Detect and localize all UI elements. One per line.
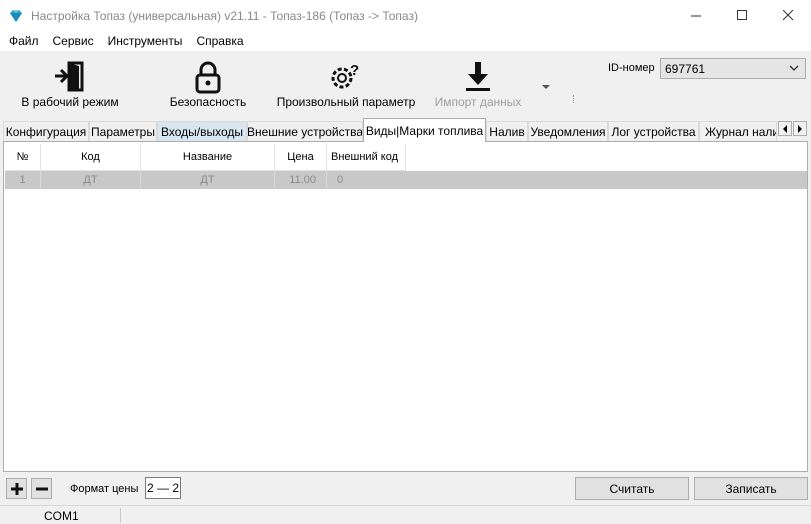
custom-param-button[interactable]: ? Произвольный параметр	[277, 59, 416, 109]
column-header-price[interactable]: Цена	[275, 144, 327, 171]
read-button[interactable]: Считать	[575, 477, 689, 500]
tab-scroll-left[interactable]	[778, 121, 792, 136]
cell-code[interactable]: ДТ	[41, 171, 141, 189]
minimize-button[interactable]	[673, 0, 719, 31]
tab-label: Лог устройства	[611, 124, 696, 139]
tab-scroll-right[interactable]	[793, 121, 807, 136]
caret-down-icon	[542, 85, 550, 89]
minus-icon	[35, 487, 48, 490]
tab-label: Внешние устройства	[247, 124, 363, 139]
toolbar-separator	[573, 95, 575, 103]
id-number-label: ID-номер	[608, 62, 655, 74]
cell-price[interactable]: 11.00	[275, 171, 327, 189]
plus-icon	[10, 482, 23, 495]
security-label: Безопасность	[169, 95, 247, 109]
svg-text:?: ?	[350, 62, 359, 79]
security-button[interactable]: Безопасность	[170, 59, 246, 109]
tab-label: Параметры	[91, 124, 155, 139]
tab-device-log[interactable]: Лог устройства	[608, 121, 699, 141]
toolbar-dropdown-arrow[interactable]	[541, 79, 551, 93]
column-header-external-code[interactable]: Внешний код	[327, 144, 406, 171]
tab-label: Виды|Марки топлива	[365, 123, 484, 138]
column-header-name[interactable]: Название	[141, 144, 275, 171]
work-mode-button[interactable]: В рабочий режим	[21, 59, 119, 109]
minimize-icon	[690, 15, 701, 17]
tab-label: Конфигурация	[5, 124, 87, 139]
menu-service[interactable]: Сервис	[46, 34, 101, 48]
remove-row-button[interactable]	[31, 478, 52, 499]
column-header-code[interactable]: Код	[41, 144, 141, 171]
download-icon	[466, 62, 490, 91]
cell-name[interactable]: ДТ	[141, 171, 275, 189]
tab-strip: Конфигурация Параметры Входы/выходы Внеш…	[0, 118, 811, 142]
window-title: Настройка Топаз (универсальная) v21.11 -…	[31, 8, 418, 23]
add-row-button[interactable]	[6, 478, 27, 499]
tab-label: Журнал налива	[705, 124, 776, 139]
work-mode-label: В рабочий режим	[21, 95, 119, 109]
close-icon	[782, 10, 793, 21]
status-divider	[120, 508, 121, 523]
tab-inputs-outputs[interactable]: Входы/выходы	[157, 121, 247, 141]
chevron-down-icon	[789, 65, 799, 71]
menu-tools[interactable]: Инструменты	[101, 34, 190, 48]
lock-icon	[195, 61, 221, 94]
gem-icon	[10, 9, 22, 22]
maximize-icon	[736, 10, 747, 20]
tab-external-devices[interactable]: Внешние устройства	[247, 121, 363, 141]
tab-filling-journal[interactable]: Журнал налива	[699, 121, 777, 141]
close-button[interactable]	[765, 0, 811, 31]
tab-notifications[interactable]: Уведомления	[528, 121, 608, 141]
menu-bar: Файл Сервис Инструменты Справка	[0, 31, 811, 51]
tab-fuel-types[interactable]: Виды|Марки топлива	[363, 118, 486, 142]
status-bar: COM1	[0, 505, 811, 524]
tab-filling[interactable]: Налив	[486, 121, 528, 141]
cell-number[interactable]: 1	[5, 171, 41, 189]
title-bar: Настройка Топаз (универсальная) v21.11 -…	[0, 0, 811, 31]
id-number-value: 697761	[665, 61, 706, 76]
grid-header: № Код Название Цена Внешний код	[5, 144, 406, 171]
tab-label: Налив	[489, 124, 525, 139]
tab-label: Уведомления	[530, 124, 606, 139]
price-format-field[interactable]: 2 — 2	[145, 477, 181, 499]
import-data-button[interactable]: Импорт данных	[434, 59, 522, 109]
tab-configuration[interactable]: Конфигурация	[3, 121, 89, 141]
custom-param-label: Произвольный параметр	[276, 95, 416, 109]
column-header-number[interactable]: №	[5, 144, 41, 171]
tab-label: Входы/выходы	[160, 124, 243, 139]
price-format-label: Формат цены	[70, 483, 139, 495]
table-row[interactable]: 1 ДТ ДТ 11.00 0	[5, 171, 807, 189]
import-data-label: Импорт данных	[434, 95, 522, 109]
write-button[interactable]: Записать	[694, 477, 808, 500]
maximize-button[interactable]	[719, 0, 765, 31]
arrow-left-icon	[783, 124, 787, 133]
toolbar: В рабочий режим Безопасность ? Произволь…	[0, 51, 811, 116]
bottom-bar: Формат цены 2 — 2 Считать Записать	[0, 476, 811, 504]
exit-door-icon	[55, 61, 84, 92]
arrow-right-icon	[798, 124, 802, 133]
id-number-select[interactable]: 697761	[660, 58, 806, 79]
menu-file[interactable]: Файл	[2, 34, 46, 48]
menu-help[interactable]: Справка	[189, 34, 250, 48]
fuel-types-panel: № Код Название Цена Внешний код 1 ДТ ДТ …	[3, 141, 808, 472]
port-status: COM1	[44, 508, 79, 523]
cell-external-code[interactable]: 0	[327, 171, 406, 189]
gear-question-icon: ?	[331, 62, 359, 89]
tab-parameters[interactable]: Параметры	[89, 121, 157, 141]
